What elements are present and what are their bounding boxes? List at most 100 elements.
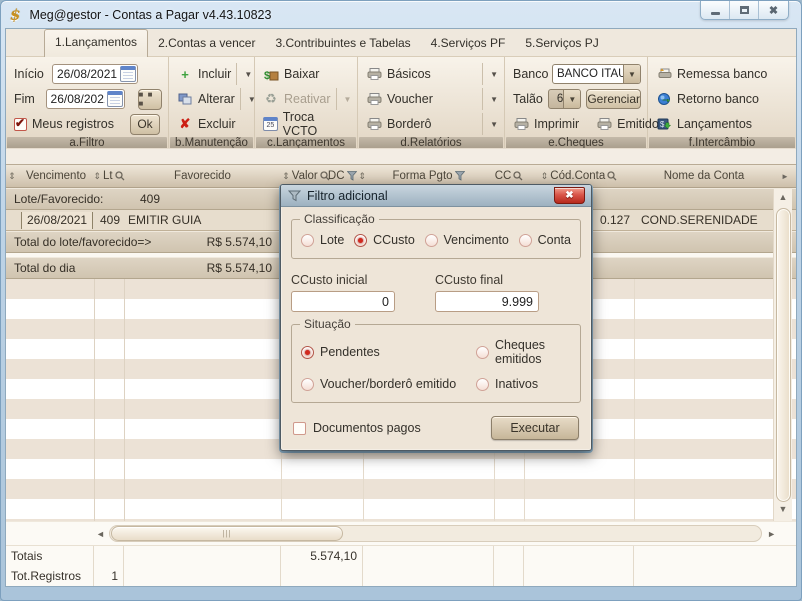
scroll-right-icon[interactable]: ► [767, 529, 776, 539]
search-icon[interactable] [513, 171, 523, 181]
documentos-pagos-option[interactable]: Documentos pagos [293, 421, 421, 435]
cell-nome-da-conta[interactable]: COND.SERENIDADE [634, 213, 774, 227]
group-filtro: Início Fim ■ ■ ■ [6, 57, 169, 148]
column-header-lt[interactable]: ⇕Lt [94, 165, 124, 187]
column-scroll-right-icon[interactable]: ► [774, 165, 796, 187]
tab-servicos-pj[interactable]: 5.Serviços PJ [515, 31, 608, 56]
cell-vencimento[interactable]: 26/08/2021 [22, 212, 92, 229]
radio-inativos[interactable]: Inativos [476, 377, 571, 391]
radio-pendentes[interactable]: Pendentes [301, 338, 476, 366]
dialog-titlebar[interactable]: Filtro adicional [281, 185, 591, 207]
filter-funnel-icon[interactable] [455, 171, 465, 181]
gerenciar-button[interactable]: Gerenciar [586, 89, 641, 109]
calendar-icon[interactable] [107, 91, 123, 107]
basicos-dropdown[interactable]: ▼ [482, 63, 498, 85]
radio-cheques-emitidos[interactable]: Cheques emitidos [476, 338, 571, 366]
maximize-button[interactable] [730, 1, 759, 19]
reativar-button[interactable]: ♻Reativar [263, 92, 331, 106]
group-row-value: 409 [126, 192, 186, 206]
search-icon[interactable] [607, 171, 617, 181]
column-header-nome-da-conta[interactable]: Nome da Conta [634, 165, 774, 187]
column-header-vencimento[interactable]: Vencimento [18, 165, 94, 187]
troca-vcto-button[interactable]: 25Troca VCTO [263, 110, 351, 138]
ccusto-inicial-input[interactable] [291, 291, 395, 312]
talao-combobox[interactable]: 61 ▼ [548, 89, 581, 109]
ccusto-final-input[interactable] [435, 291, 539, 312]
radio-icon[interactable] [301, 234, 314, 247]
calendar-icon[interactable] [120, 66, 136, 82]
scroll-up-icon[interactable]: ▲ [779, 192, 788, 206]
total-dia-label: Total do dia [6, 261, 171, 275]
radio-conta[interactable]: Conta [519, 233, 571, 247]
globe-return-button[interactable]: Retorno banco [656, 92, 759, 106]
radio-icon[interactable] [425, 234, 438, 247]
scroll-left-icon[interactable]: ◄ [96, 529, 105, 539]
chevron-down-icon[interactable]: ▼ [563, 90, 580, 108]
inicio-date-field[interactable] [52, 64, 138, 84]
minimize-button[interactable] [701, 1, 730, 19]
situacao-groupbox: Situação Pendentes Cheques emitidos Vouc… [291, 324, 581, 403]
excluir-button[interactable]: ✘Excluir [177, 117, 236, 131]
total-lote-label: Total do lote/favorecido=> [6, 235, 171, 249]
documentos-pagos-checkbox[interactable] [293, 422, 306, 435]
dialog-close-button[interactable]: ✖ [554, 187, 585, 204]
incluir-dropdown[interactable]: ▼ [236, 63, 252, 85]
horizontal-scroll-thumb[interactable]: ||| [111, 526, 343, 541]
cell-favorecido[interactable]: EMITIR GUIA [124, 213, 281, 227]
fim-date-input[interactable] [47, 92, 107, 106]
sort-icon: ⇕ [541, 171, 549, 182]
window-controls: ✖ [700, 1, 789, 20]
alterar-button[interactable]: Alterar [177, 92, 235, 106]
baixar-button[interactable]: $Baixar [263, 67, 319, 81]
column-header-favorecido[interactable]: Favorecido [124, 165, 281, 187]
more-options-button[interactable]: ■ ■ ■ [138, 89, 162, 110]
tab-servicos-pf[interactable]: 4.Serviços PF [421, 31, 516, 56]
incluir-button[interactable]: +Incluir [177, 67, 231, 81]
close-button[interactable]: ✖ [759, 1, 788, 19]
totais-value: 5.574,10 [281, 546, 363, 566]
voucher-dropdown[interactable]: ▼ [482, 88, 498, 110]
scroll-down-icon[interactable]: ▼ [779, 504, 788, 518]
vertical-scroll-thumb[interactable] [776, 208, 791, 502]
group-row-label: Lote/Favorecido: [6, 192, 126, 206]
banco-combobox[interactable]: BANCO ITAU S.A. ▼ [552, 64, 641, 84]
horizontal-scrollbar[interactable]: ◄ ||| ► [6, 521, 796, 545]
imprimir-cheques-button[interactable]: Imprimir [513, 117, 579, 131]
bordero-dropdown[interactable]: ▼ [482, 113, 498, 135]
radio-vencimento[interactable]: Vencimento [425, 233, 509, 247]
meus-registros-checkbox[interactable] [14, 118, 27, 131]
vertical-scroll-track[interactable] [776, 208, 791, 502]
money-box-icon: $ [263, 67, 279, 81]
row-select-gutter[interactable]: ⇕ [6, 165, 18, 187]
horizontal-scroll-track[interactable]: ||| [109, 525, 762, 542]
basicos-button[interactable]: Básicos [366, 67, 431, 81]
tab-lancamentos[interactable]: 1.Lançamentos [44, 29, 148, 57]
ok-button[interactable]: Ok [130, 114, 160, 135]
sort-icon: ⇕ [93, 171, 101, 182]
voucher-button[interactable]: Voucher [366, 92, 433, 106]
filter-funnel-icon[interactable] [347, 171, 357, 181]
radio-icon[interactable] [519, 234, 532, 247]
radio-lote[interactable]: Lote [301, 233, 344, 247]
bordero-button[interactable]: Borderô [366, 117, 431, 131]
radio-ccusto[interactable]: CCusto [354, 233, 415, 247]
alterar-dropdown[interactable]: ▼ [240, 88, 256, 110]
cell-lt[interactable]: 409 [94, 213, 124, 227]
radio-icon[interactable] [301, 378, 314, 391]
inicio-date-input[interactable] [53, 67, 120, 81]
fim-date-field[interactable] [46, 89, 125, 109]
vertical-scrollbar[interactable]: ▲ ▼ [773, 189, 792, 521]
ccusto-final-label: CCusto final [435, 273, 539, 287]
radio-icon[interactable] [476, 378, 489, 391]
radio-icon[interactable] [476, 346, 489, 359]
radio-selected-icon[interactable] [354, 234, 367, 247]
tab-contribuintes-tabelas[interactable]: 3.Contribuintes e Tabelas [265, 31, 420, 56]
group-relatorios: Básicos▼ Voucher▼ Borderô▼ d.Relatórios [358, 57, 505, 148]
lancamentos-export-button[interactable]: $Lançamentos [656, 117, 752, 131]
executar-button[interactable]: Executar [491, 416, 579, 440]
radio-selected-icon[interactable] [301, 346, 314, 359]
remessa-banco-button[interactable]: Remessa banco [656, 67, 767, 81]
radio-voucher-bordero-emitido[interactable]: Voucher/borderô emitido [301, 377, 476, 391]
chevron-down-icon[interactable]: ▼ [623, 65, 640, 83]
tab-contas-a-vencer[interactable]: 2.Contas a vencer [148, 31, 265, 56]
